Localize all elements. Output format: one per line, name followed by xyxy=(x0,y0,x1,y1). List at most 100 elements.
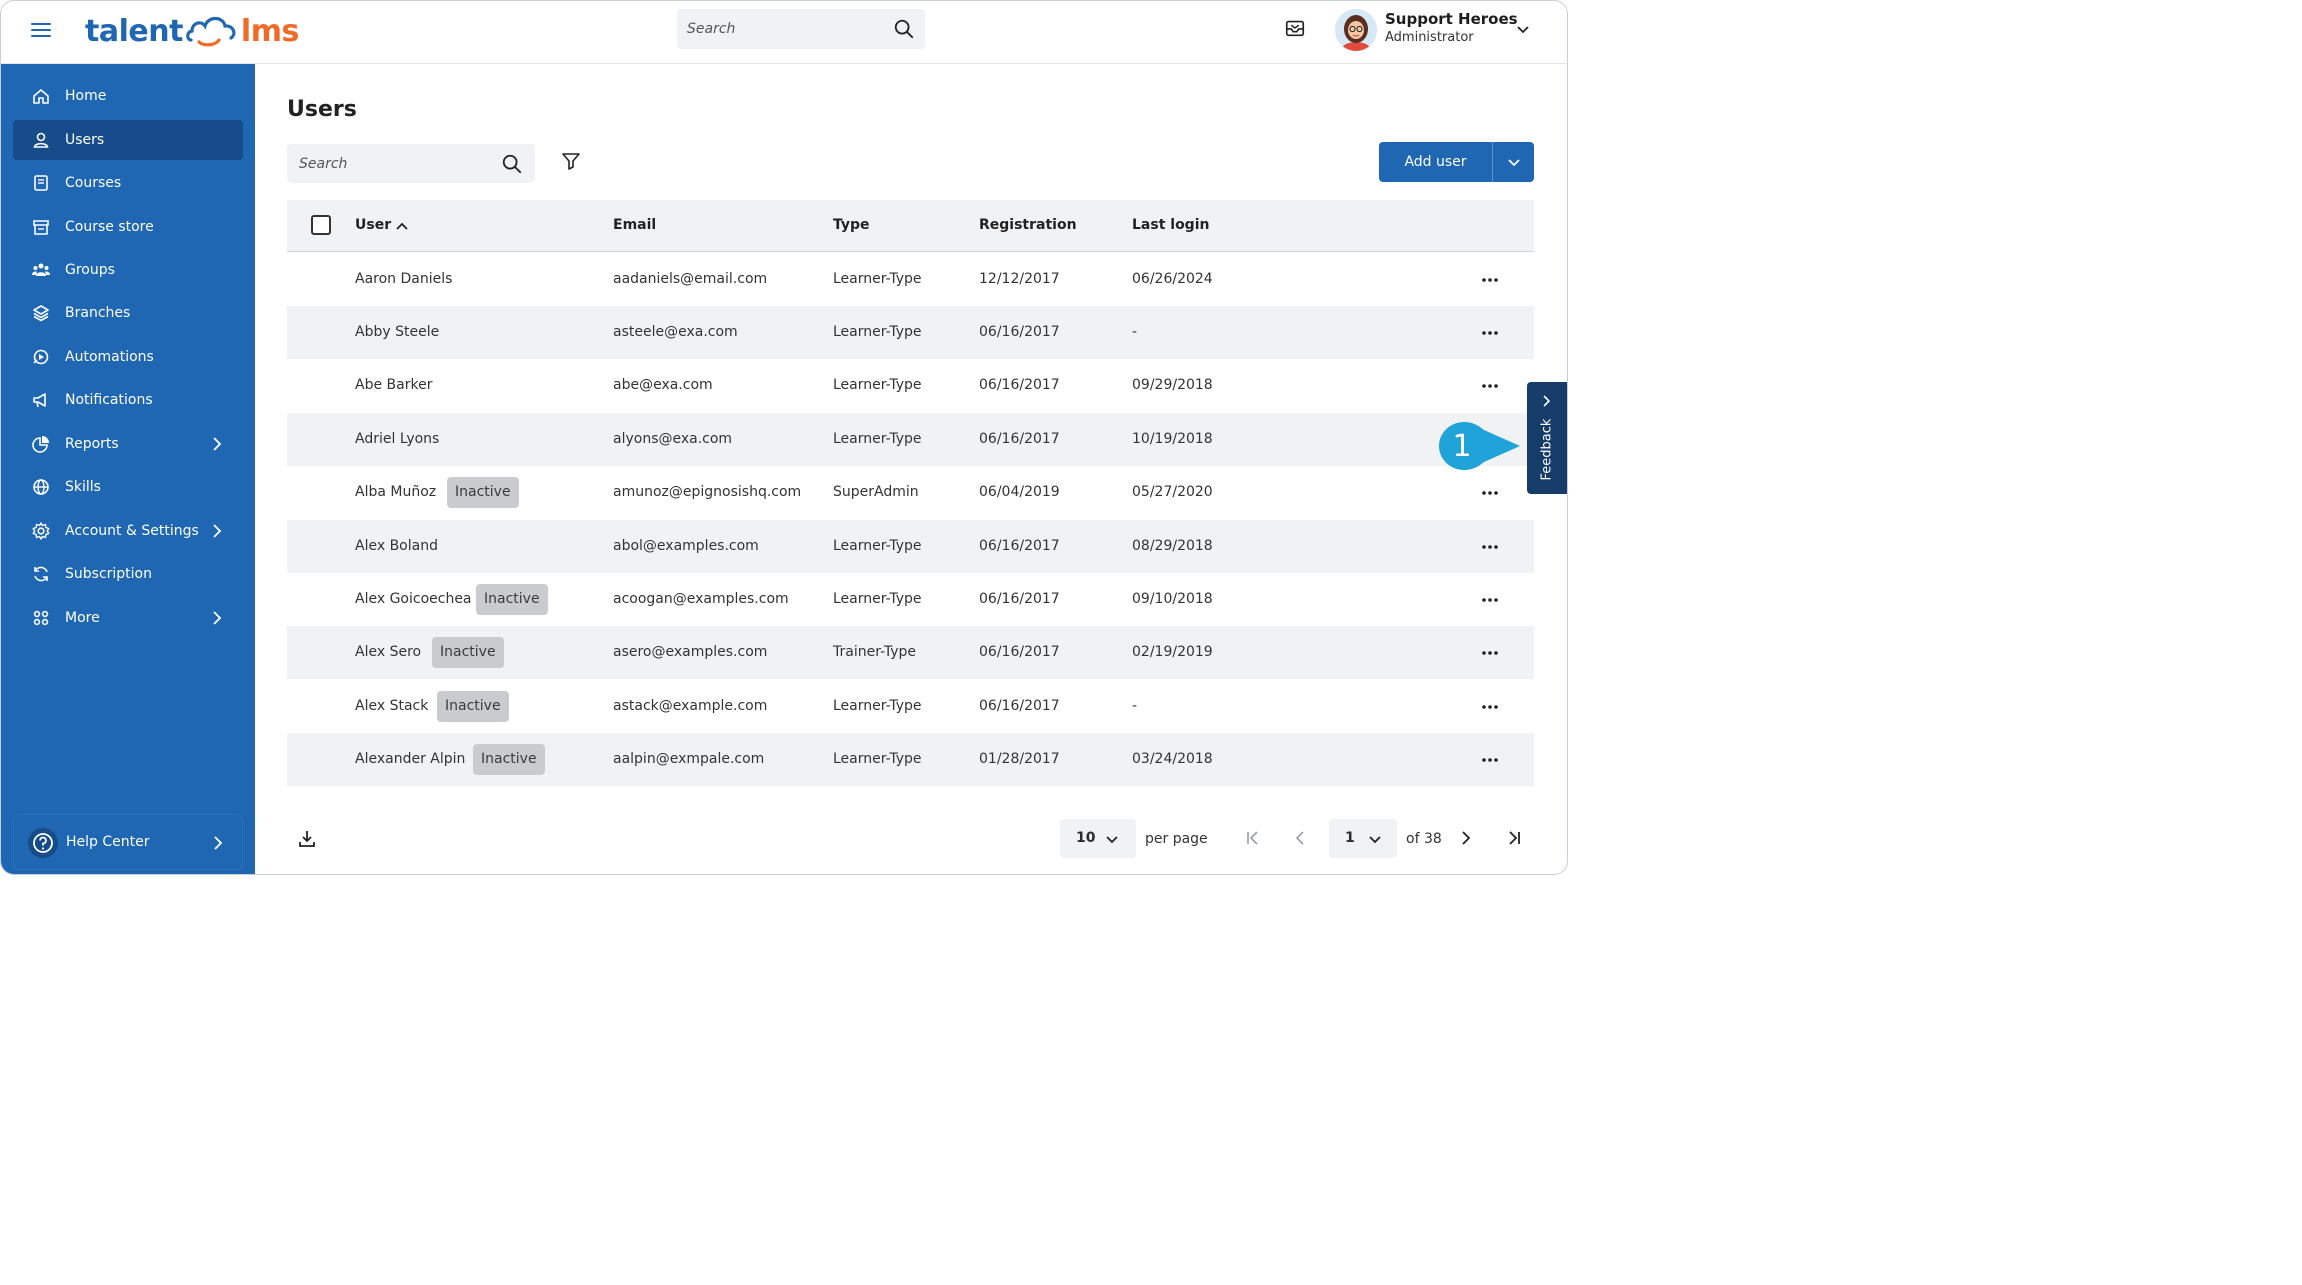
last-login-cell: 03/24/2018 xyxy=(1132,751,1213,767)
more-options-icon[interactable] xyxy=(1477,590,1503,610)
sidebar-item-more[interactable]: More xyxy=(13,598,243,638)
status-badge: Inactive xyxy=(447,477,519,508)
sidebar-item-label: More xyxy=(65,610,100,626)
sidebar-item-notifications[interactable]: Notifications xyxy=(13,380,243,420)
more-options-icon[interactable] xyxy=(1477,697,1503,717)
sidebar-item-users[interactable]: Users xyxy=(13,120,243,160)
type-cell: Learner-Type xyxy=(833,698,922,714)
group-icon xyxy=(32,263,50,276)
help-center-label: Help Center xyxy=(66,834,150,850)
sidebar-item-courses[interactable]: Courses xyxy=(13,163,243,203)
registration-cell: 06/16/2017 xyxy=(979,591,1060,607)
search-icon[interactable] xyxy=(893,18,915,40)
avatar-illustration-icon xyxy=(1335,9,1377,51)
user-name-cell[interactable]: Adriel Lyons xyxy=(355,431,439,447)
more-options-icon[interactable] xyxy=(1477,537,1503,557)
email-cell: alyons@exa.com xyxy=(613,431,733,447)
user-name: Support Heroes xyxy=(1385,10,1518,28)
registration-cell: 06/16/2017 xyxy=(979,644,1060,660)
column-header-email[interactable]: Email xyxy=(613,217,656,233)
help-icon xyxy=(28,828,58,858)
column-header-registration[interactable]: Registration xyxy=(979,217,1077,233)
chevron-down-icon xyxy=(1106,836,1118,844)
store-icon xyxy=(33,220,49,235)
column-header-last-login[interactable]: Last login xyxy=(1132,217,1209,233)
user-name-cell[interactable]: Abe Barker xyxy=(355,377,432,393)
sidebar-item-home[interactable]: Home xyxy=(13,76,243,116)
sidebar-item-automations[interactable]: Automations xyxy=(13,337,243,377)
current-page: 1 xyxy=(1345,830,1355,846)
table-row[interactable]: Abe Barker abe@exa.com Learner-Type 06/16/2… xyxy=(287,359,1534,412)
table-row[interactable]: Abby Steele asteele@exa.com Learner-Type 06… xyxy=(287,306,1534,359)
add-user-button[interactable]: Add user xyxy=(1379,142,1493,182)
select-all-checkbox[interactable] xyxy=(311,215,331,235)
previous-page-icon[interactable] xyxy=(1291,829,1309,847)
more-options-icon[interactable] xyxy=(1477,483,1503,503)
user-name-cell[interactable]: Aaron Daniels xyxy=(355,271,452,287)
first-page-icon[interactable] xyxy=(1244,829,1262,847)
next-page-icon[interactable] xyxy=(1457,829,1475,847)
sidebar-item-label: Reports xyxy=(65,436,119,452)
user-menu[interactable]: Support Heroes Administrator xyxy=(1331,1,1543,59)
table-row[interactable]: Alba Muñoz Inactive amunoz@epignosishq.com… xyxy=(287,466,1534,519)
last-page-icon[interactable] xyxy=(1505,829,1523,847)
more-options-icon[interactable] xyxy=(1477,643,1503,663)
sidebar-item-label: Account & Settings xyxy=(65,523,199,539)
sidebar-item-account-settings[interactable]: Account & Settings xyxy=(13,511,243,551)
table-row[interactable]: Alexander Alpin Inactive aalpin@exmpale.co… xyxy=(287,733,1534,786)
email-cell: aadaniels@email.com xyxy=(613,271,768,287)
per-page-select[interactable]: 10 xyxy=(1060,819,1136,858)
table-row[interactable]: Aaron Daniels aadaniels@email.com Learner-… xyxy=(287,253,1534,306)
user-name-cell[interactable]: Alba Muñoz xyxy=(355,484,436,500)
table-header: User Email Type Registration Last login xyxy=(287,200,1534,252)
global-search-input[interactable] xyxy=(687,9,887,49)
sort-ascending-icon[interactable] xyxy=(395,219,409,233)
chevron-down-icon[interactable] xyxy=(1515,21,1531,37)
type-cell: Learner-Type xyxy=(833,591,922,607)
page-select[interactable]: 1 xyxy=(1329,819,1397,858)
last-login-cell: 10/19/2018 xyxy=(1132,431,1213,447)
logo[interactable]: talent lms xyxy=(85,9,299,53)
user-name-cell[interactable]: Alex Goicoechea xyxy=(355,591,472,607)
sidebar-item-groups[interactable]: Groups xyxy=(13,250,243,290)
status-badge: Inactive xyxy=(473,744,545,775)
email-cell: amunoz@epignosishq.com xyxy=(613,484,802,500)
sidebar-item-branches[interactable]: Branches xyxy=(13,293,243,333)
help-center-button[interactable]: Help Center xyxy=(13,814,243,870)
inbox-icon[interactable] xyxy=(1284,17,1306,39)
table-row[interactable]: Adriel Lyons alyons@exa.com Learner-Type 06… xyxy=(287,413,1534,466)
user-name-cell[interactable]: Alex Sero xyxy=(355,644,421,660)
user-name-cell[interactable]: Alexander Alpin xyxy=(355,751,465,767)
registration-cell: 06/16/2017 xyxy=(979,538,1060,554)
pie-chart-icon xyxy=(32,436,49,453)
users-search xyxy=(287,144,535,183)
avatar xyxy=(1335,9,1377,51)
table-row[interactable]: Alex Sero Inactive asero@examples.com Train… xyxy=(287,626,1534,679)
sidebar-item-reports[interactable]: Reports xyxy=(13,424,243,464)
column-header-type[interactable]: Type xyxy=(833,217,870,233)
user-name-cell[interactable]: Abby Steele xyxy=(355,324,439,340)
user-name-cell[interactable]: Alex Stack xyxy=(355,698,428,714)
more-options-icon[interactable] xyxy=(1477,750,1503,770)
users-search-input[interactable] xyxy=(299,144,489,183)
column-header-user[interactable]: User xyxy=(355,217,391,233)
table-row[interactable]: Alex Goicoechea Inactive acoogan@examples.… xyxy=(287,573,1534,626)
table-row[interactable]: Alex Boland abol@examples.com Learner-Type… xyxy=(287,520,1534,573)
sidebar-item-skills[interactable]: Skills xyxy=(13,467,243,507)
sidebar-item-label: Subscription xyxy=(65,566,152,582)
more-options-icon[interactable] xyxy=(1477,270,1503,290)
sidebar-item-course-store[interactable]: Course store xyxy=(13,207,243,247)
user-name-cell[interactable]: Alex Boland xyxy=(355,538,438,554)
search-icon[interactable] xyxy=(501,153,523,175)
sidebar-item-subscription[interactable]: Subscription xyxy=(13,554,243,594)
filter-icon[interactable] xyxy=(561,151,581,171)
menu-icon[interactable] xyxy=(31,19,51,39)
more-options-icon[interactable] xyxy=(1477,376,1503,396)
per-page-label: per page xyxy=(1145,831,1208,847)
more-options-icon[interactable] xyxy=(1477,323,1503,343)
status-badge: Inactive xyxy=(476,584,548,615)
download-icon[interactable] xyxy=(297,829,317,849)
table-row[interactable]: Alex Stack Inactive astack@example.com Lear… xyxy=(287,680,1534,733)
feedback-tab[interactable]: Feedback xyxy=(1527,382,1567,494)
add-user-dropdown-button[interactable] xyxy=(1494,142,1534,182)
